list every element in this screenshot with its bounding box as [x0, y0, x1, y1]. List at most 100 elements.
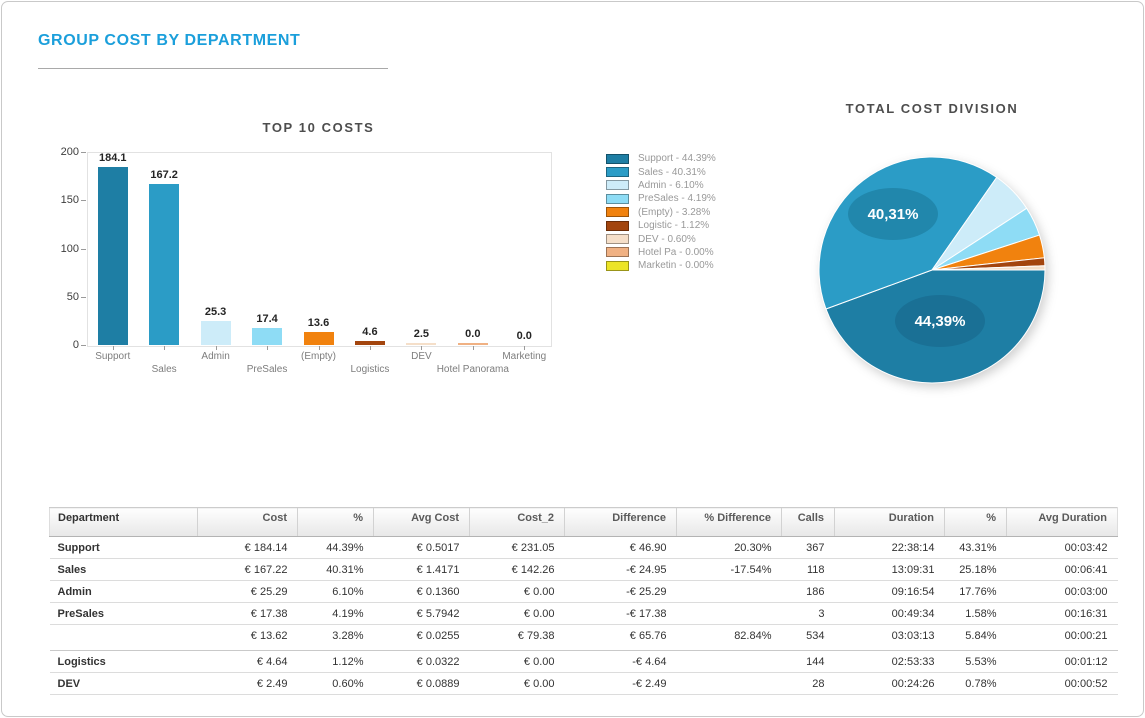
department-cell: Support: [50, 537, 198, 559]
page-title: GROUP COST BY DEPARTMENT: [38, 32, 300, 50]
bar: [98, 167, 128, 345]
bar: [458, 343, 488, 345]
table-cell: € 4.64: [198, 651, 298, 673]
x-tick-label: Sales: [109, 364, 219, 375]
table-cell: 5.53%: [945, 651, 1007, 673]
table-cell: € 0.0255: [374, 625, 470, 647]
table-cell: 534: [782, 625, 835, 647]
x-axis-tick-mark: [319, 346, 320, 350]
department-cell: [50, 625, 198, 647]
table-cell: € 231.05: [470, 537, 565, 559]
legend-swatch: [606, 180, 629, 190]
table-header-row: DepartmentCost%Avg CostCost_2Difference%…: [50, 508, 1118, 537]
table-cell: 00:06:41: [1007, 559, 1118, 581]
table-cell: -€ 17.38: [565, 603, 677, 625]
legend-item: Logistic - 1.12%: [606, 219, 716, 232]
table-cell: 00:16:31: [1007, 603, 1118, 625]
table-cell: € 0.00: [470, 581, 565, 603]
table-cell: € 0.00: [470, 651, 565, 673]
table-cell: [677, 581, 782, 603]
y-axis-tick-label: 100: [49, 243, 79, 255]
x-tick-label: Admin: [161, 351, 271, 362]
legend-item-label: Hotel Pa - 0.00%: [638, 247, 714, 258]
table-cell: € 25.29: [198, 581, 298, 603]
legend-swatch: [606, 167, 629, 177]
legend-item: Hotel Pa - 0.00%: [606, 246, 716, 259]
table-cell: -€ 4.64: [565, 651, 677, 673]
legend-item-label: Admin - 6.10%: [638, 180, 704, 191]
table-cell: 09:16:54: [835, 581, 945, 603]
table-cell: € 79.38: [470, 625, 565, 647]
column-header: Department: [50, 508, 198, 537]
pie-callout: 44,39%: [895, 295, 985, 347]
table-cell: 367: [782, 537, 835, 559]
table-cell: 00:00:52: [1007, 673, 1118, 695]
x-tick-label: Logistics: [315, 364, 425, 375]
column-header: % Difference: [677, 508, 782, 537]
column-header: Cost: [198, 508, 298, 537]
column-header: %: [298, 508, 374, 537]
column-header: Avg Duration: [1007, 508, 1118, 537]
bar-value-label: 184.1: [83, 152, 143, 164]
table-row: € 13.623.28%€ 0.0255€ 79.38€ 65.7682.84%…: [50, 625, 1118, 647]
table-cell: 03:03:13: [835, 625, 945, 647]
x-tick-label: DEV: [366, 351, 476, 362]
x-tick-label: Hotel Panorama: [418, 364, 528, 375]
x-tick-label: PreSales: [212, 364, 322, 375]
table-cell: 5.84%: [945, 625, 1007, 647]
y-axis-tick-mark: [81, 249, 86, 250]
table-cell: 3.28%: [298, 625, 374, 647]
table-cell: 20.30%: [677, 537, 782, 559]
column-header: %: [945, 508, 1007, 537]
legend-item: Sales - 40.31%: [606, 165, 716, 178]
legend-swatch: [606, 261, 629, 271]
x-axis-tick-mark: [113, 346, 114, 350]
table-row: Support€ 184.1444.39%€ 0.5017€ 231.05€ 4…: [50, 537, 1118, 559]
pie-callout: 40,31%: [848, 188, 938, 240]
table-cell: -€ 24.95: [565, 559, 677, 581]
table-cell: 28: [782, 673, 835, 695]
table-cell: 25.18%: [945, 559, 1007, 581]
cost-table: DepartmentCost%Avg CostCost_2Difference%…: [49, 507, 1118, 695]
legend-swatch: [606, 194, 629, 204]
table-row: DEV€ 2.490.60%€ 0.0889€ 0.00-€ 2.492800:…: [50, 673, 1118, 695]
x-axis-tick-mark: [473, 346, 474, 350]
table-cell: € 167.22: [198, 559, 298, 581]
y-axis-tick-label: 150: [49, 194, 79, 206]
pie-chart-title: TOTAL COST DIVISION: [792, 101, 1072, 116]
pie-callout-label: 40,31%: [868, 206, 919, 223]
table-row: Logistics€ 4.641.12%€ 0.0322€ 0.00-€ 4.6…: [50, 651, 1118, 673]
column-header: Difference: [565, 508, 677, 537]
pie-chart: 40,31% 44,39%: [810, 142, 1056, 398]
table-cell: € 142.26: [470, 559, 565, 581]
table-cell: € 0.0889: [374, 673, 470, 695]
legend-item-label: Support - 44.39%: [638, 153, 716, 164]
pie-legend: Support - 44.39%Sales - 40.31% Admin - 6.…: [606, 152, 716, 273]
legend-item: DEV - 0.60%: [606, 232, 716, 245]
legend-item: (Empty) - 3.28%: [606, 206, 716, 219]
table-cell: € 0.5017: [374, 537, 470, 559]
legend-item-label: (Empty) - 3.28%: [638, 207, 710, 218]
legend-item: Admin - 6.10%: [606, 179, 716, 192]
table-cell: € 184.14: [198, 537, 298, 559]
x-axis-tick-mark: [216, 346, 217, 350]
bar: [304, 332, 334, 345]
table-cell: 00:24:26: [835, 673, 945, 695]
table-cell: 40.31%: [298, 559, 374, 581]
table-row: Sales€ 167.2240.31%€ 1.4171€ 142.26-€ 24…: [50, 559, 1118, 581]
legend-item-label: PreSales - 4.19%: [638, 193, 716, 204]
y-axis-tick-mark: [81, 297, 86, 298]
table-cell: 44.39%: [298, 537, 374, 559]
table-cell: 00:00:21: [1007, 625, 1118, 647]
table-cell: € 46.90: [565, 537, 677, 559]
bar: [406, 343, 436, 345]
table-cell: 6.10%: [298, 581, 374, 603]
department-cell: DEV: [50, 673, 198, 695]
y-axis-tick-mark: [81, 345, 86, 346]
table-cell: [677, 603, 782, 625]
pie-callout-label: 44,39%: [915, 313, 966, 330]
x-tick-label: Support: [58, 351, 168, 362]
table-cell: 22:38:14: [835, 537, 945, 559]
table-cell: 02:53:33: [835, 651, 945, 673]
column-header: Duration: [835, 508, 945, 537]
